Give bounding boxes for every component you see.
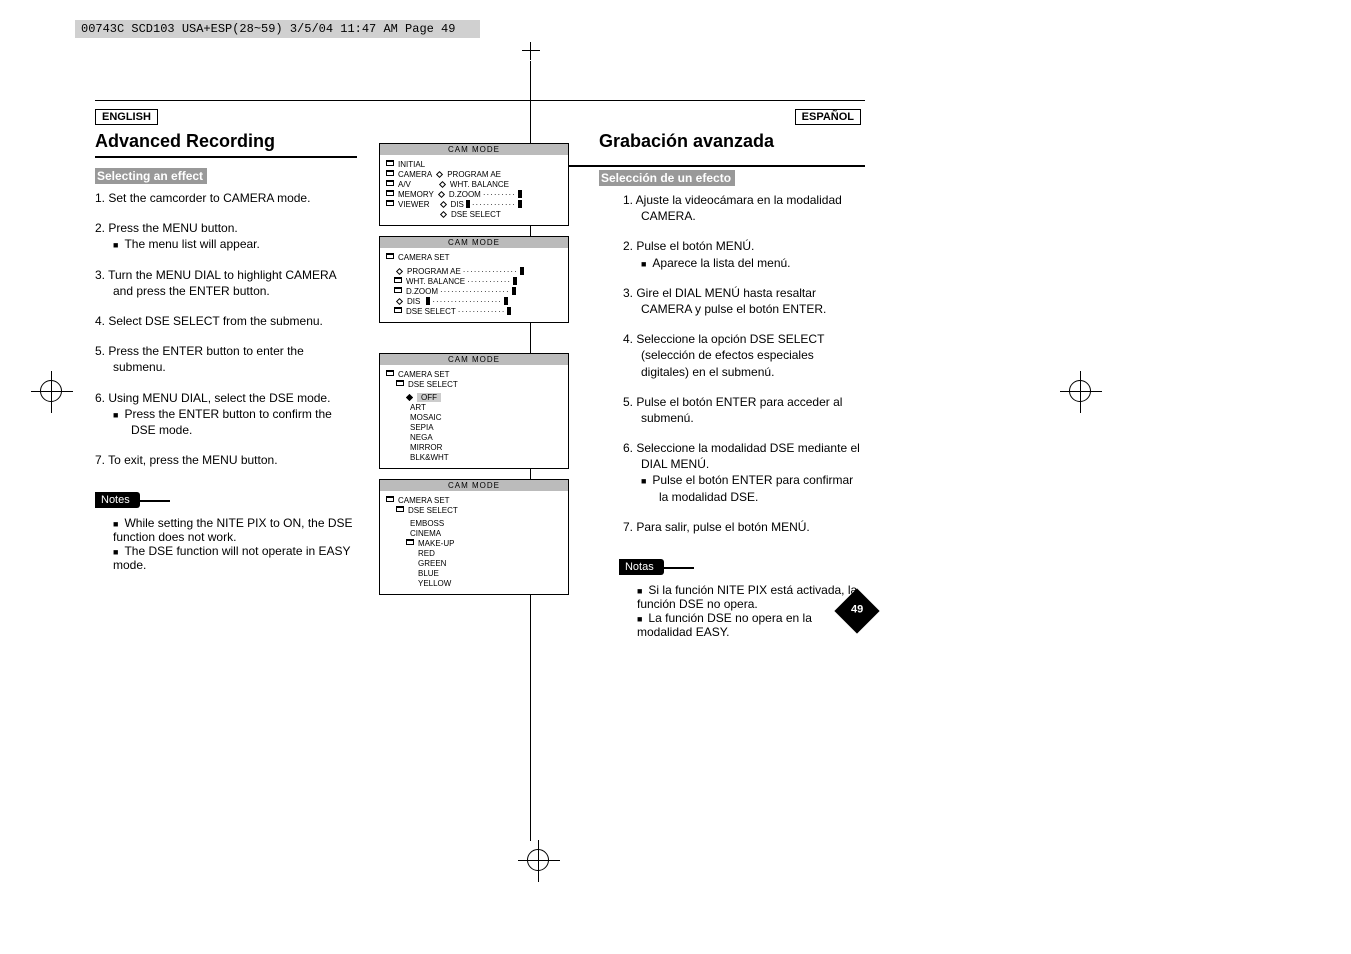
menu-item: BLUE [418, 569, 439, 578]
note: La función DSE no opera en la modalidad … [637, 611, 865, 639]
step: 5. Pulse el botón ENTER para acceder al … [623, 394, 865, 426]
menu-item: D.ZOOM [449, 190, 481, 199]
step-text: 6. Seleccione la modalidad DSE mediante … [623, 441, 860, 471]
menu-item: PROGRAM AE [407, 267, 461, 276]
rule [95, 156, 357, 158]
menu-item: MEMORY [398, 190, 434, 199]
screen-mode: CAM MODE [380, 144, 568, 155]
menu-item: RED [418, 549, 435, 558]
menu-heading: DSE SELECT [408, 380, 458, 389]
notes-label-en: Notes [95, 492, 140, 508]
menu-item-selected: OFF [417, 393, 441, 402]
menu-heading: CAMERA SET [398, 370, 450, 379]
notes-label-es: Notas [619, 559, 664, 575]
step-text: 2. Pulse el botón MENÚ. [623, 239, 754, 253]
menu-item: MIRROR [410, 443, 442, 452]
menu-item: MAKE-UP [418, 539, 454, 548]
sub-step: Press the ENTER button to confirm the DS… [131, 406, 357, 438]
step: 2. Press the MENU button. The menu list … [95, 220, 357, 252]
sub-step: Aparece la lista del menú. [659, 255, 865, 271]
menu-item: EMBOSS [410, 519, 444, 528]
menu-item: DIS [407, 297, 420, 306]
step: 4. Seleccione la opción DSE SELECT (sele… [623, 331, 865, 380]
menu-item: VIEWER [398, 200, 430, 209]
title-es: Grabación avanzada [599, 131, 865, 152]
lcd-screen-dse-select-1: CAM MODE CAMERA SET DSE SELECT OFF ART M… [379, 353, 569, 469]
note: The DSE function will not operate in EAS… [113, 544, 357, 572]
step: 3. Gire el DIAL MENÚ hasta resaltar CAME… [623, 285, 865, 317]
note: While setting the NITE PIX to ON, the DS… [113, 516, 357, 544]
menu-item: WHT. BALANCE [406, 277, 465, 286]
menu-item: BLK&WHT [410, 453, 449, 462]
section-heading-en: Selecting an effect [95, 168, 207, 184]
menu-item: YELLOW [418, 579, 451, 588]
step: 6. Using MENU DIAL, select the DSE mode.… [95, 390, 357, 439]
menu-item: DSE SELECT [406, 307, 456, 316]
step: 6. Seleccione la modalidad DSE mediante … [623, 440, 865, 505]
language-label-en: ENGLISH [95, 109, 158, 125]
step: 1. Ajuste la videocámara en la modalidad… [623, 192, 865, 224]
lcd-screen-camera-set: CAM MODE CAMERA SET PROGRAM AE··········… [379, 236, 569, 323]
menu-item: MOSAIC [410, 413, 442, 422]
menu-item: PROGRAM AE [447, 170, 501, 179]
menu-item: DSE SELECT [451, 210, 501, 219]
step-text: 6. Using MENU DIAL, select the DSE mode. [95, 391, 330, 405]
step: 2. Pulse el botón MENÚ. Aparece la lista… [623, 238, 865, 270]
screen-mode: CAM MODE [380, 480, 568, 491]
registration-mark [40, 380, 62, 405]
sub-step: The menu list will appear. [131, 236, 357, 252]
menu-heading: CAMERA SET [398, 496, 450, 505]
menu-item: A/V [398, 180, 411, 189]
title-en: Advanced Recording [95, 131, 357, 152]
lcd-screen-main-menu: CAM MODE INITIAL CAMERA PROGRAM AE A/V WHT… [379, 143, 569, 226]
menu-item: INITIAL [398, 160, 425, 169]
step: 7. Para salir, pulse el botón MENÚ. [623, 519, 865, 535]
section-heading-es: Selección de un efecto [599, 170, 735, 186]
note: Si la función NITE PIX está activada, la… [637, 583, 865, 611]
crop-mark [527, 849, 549, 874]
sub-step: Pulse el botón ENTER para confirmar la m… [659, 472, 865, 504]
step: 1. Set the camcorder to CAMERA mode. [95, 190, 357, 206]
step: 5. Press the ENTER button to enter the s… [95, 343, 357, 375]
menu-item: D.ZOOM [406, 287, 438, 296]
step-text: 2. Press the MENU button. [95, 221, 238, 235]
menu-item: CINEMA [410, 529, 441, 538]
menu-item: SEPIA [410, 423, 434, 432]
menu-item: ART [410, 403, 426, 412]
rule [569, 165, 865, 167]
lcd-screen-dse-select-2: CAM MODE CAMERA SET DSE SELECT EMBOSS CI… [379, 479, 569, 595]
step: 4. Select DSE SELECT from the submenu. [95, 313, 357, 329]
screen-mode: CAM MODE [380, 237, 568, 248]
print-header: 00743C SCD103 USA+ESP(28~59) 3/5/04 11:4… [75, 20, 480, 38]
menu-item: WHT. BALANCE [450, 180, 509, 189]
screen-mode: CAM MODE [380, 354, 568, 365]
menu-heading: DSE SELECT [408, 506, 458, 515]
registration-mark [1069, 380, 1091, 405]
menu-item: DIS [451, 200, 464, 209]
language-label-es: ESPAÑOL [795, 109, 861, 125]
menu-item: CAMERA [398, 170, 432, 179]
menu-item: NEGA [410, 433, 433, 442]
menu-item: GREEN [418, 559, 446, 568]
menu-heading: CAMERA SET [398, 253, 450, 262]
step: 7. To exit, press the MENU button. [95, 452, 357, 468]
step: 3. Turn the MENU DIAL to highlight CAMER… [95, 267, 357, 299]
